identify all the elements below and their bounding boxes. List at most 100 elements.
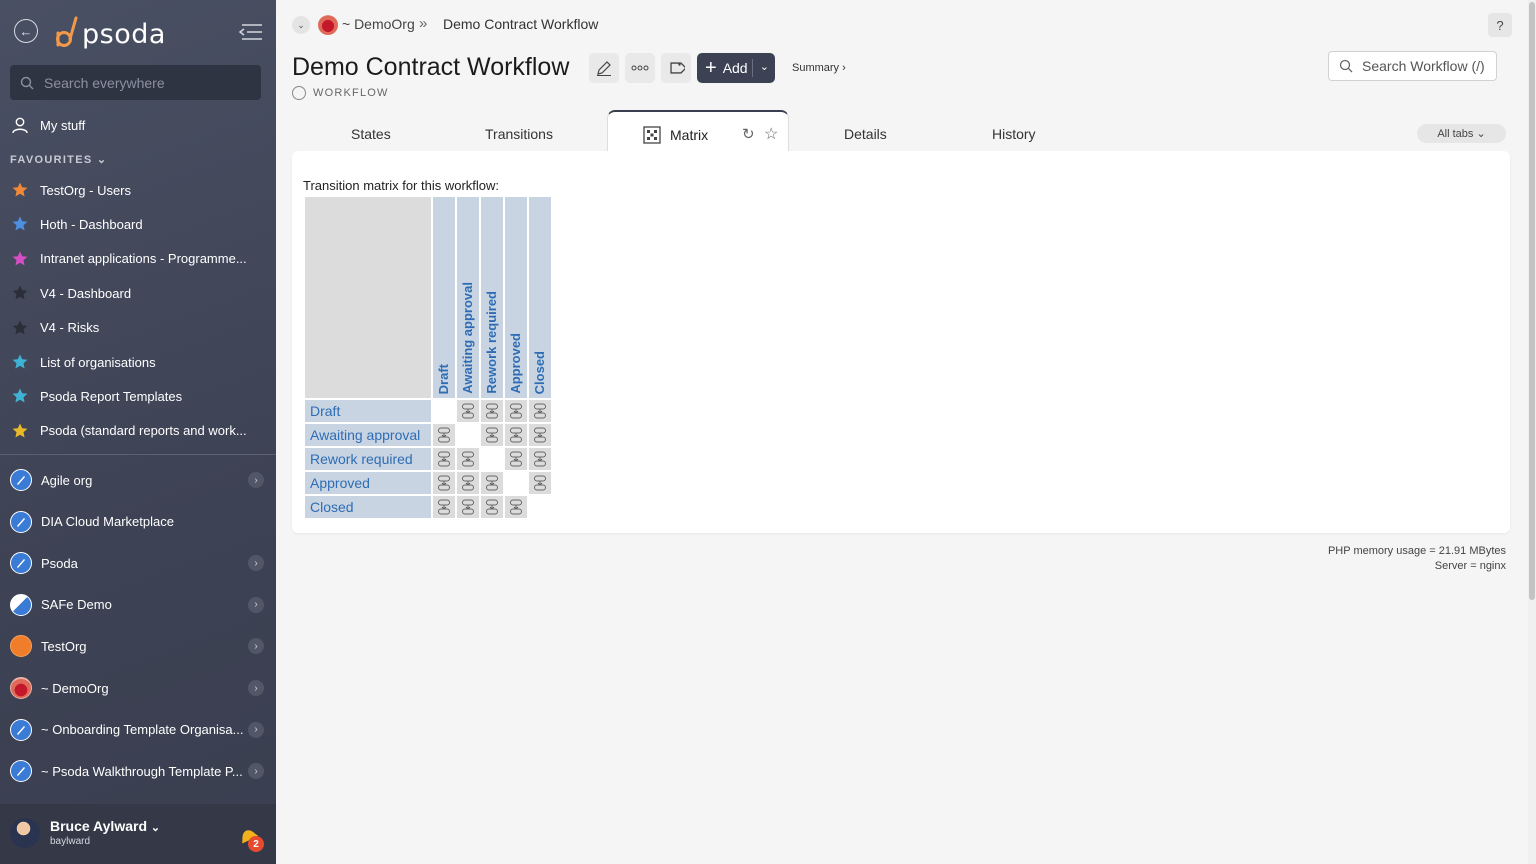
chevron-right-icon[interactable]: › [248,638,264,655]
transition-cell[interactable] [433,448,455,470]
transition-icon [438,427,450,443]
transition-cell[interactable] [481,424,503,446]
chevron-down-icon[interactable]: ⌄ [760,60,769,73]
transition-cell[interactable] [505,496,527,518]
transition-icon [486,499,498,515]
workflow-search-input[interactable]: Search Workflow (/) [1328,51,1497,81]
matrix-column-header[interactable]: Awaiting approval [457,197,479,398]
empty-cell [529,496,551,518]
tag-button[interactable] [661,53,691,83]
add-button[interactable]: + Add ⌄ [697,53,775,83]
compass-icon [10,552,32,575]
transition-cell[interactable] [481,400,503,422]
tab-transitions[interactable]: Transitions [485,126,553,142]
psoda-logo[interactable]: psoda [54,14,166,50]
transition-cell[interactable] [457,496,479,518]
favourite-item[interactable]: TestOrg - Users [10,175,266,205]
matrix-row-header[interactable]: Approved [305,472,431,494]
favourite-item[interactable]: Psoda (standard reports and work... [10,416,266,446]
transition-cell[interactable] [433,472,455,494]
transition-cell[interactable] [505,400,527,422]
back-arrow-icon[interactable]: ← [14,19,38,43]
org-item[interactable]: ~ Onboarding Template Organisa... › [10,715,266,745]
chevron-right-icon[interactable]: › [248,721,264,738]
add-button-divider [752,59,753,77]
transition-cell[interactable] [481,496,503,518]
edit-button[interactable] [589,53,619,83]
refresh-icon[interactable]: ↻ [742,125,755,143]
user-name[interactable]: Bruce Aylward ⌄ [50,818,160,834]
psoda-logo-icon [56,16,78,47]
org-item[interactable]: DIA Cloud Marketplace [10,507,266,537]
column-state-label[interactable]: Rework required [484,291,499,394]
summary-link[interactable]: Summary › [792,62,846,74]
transition-cell[interactable] [529,448,551,470]
org-item[interactable]: Agile org › [10,465,266,495]
favourite-item[interactable]: V4 - Risks [10,313,266,343]
column-state-label[interactable]: Awaiting approval [460,282,475,394]
transition-cell[interactable] [505,448,527,470]
matrix-column-header[interactable]: Closed [529,197,551,398]
transition-cell[interactable] [457,400,479,422]
transition-cell[interactable] [505,424,527,446]
column-state-label[interactable]: Draft [436,364,451,394]
favourite-item[interactable]: List of organisations [10,347,266,377]
transition-cell[interactable] [481,472,503,494]
matrix-column-header[interactable]: Approved [505,197,527,398]
favourite-item[interactable]: Hoth - Dashboard [10,209,266,239]
all-tabs-dropdown[interactable]: All tabs ⌄ [1417,124,1506,143]
transition-icon [462,403,474,419]
tab-details[interactable]: Details [844,126,887,142]
breadcrumb-toggle-chevron-icon[interactable]: ⌄ [292,16,310,34]
favourites-heading[interactable]: FAVOURITES ⌄ [10,153,107,166]
user-panel[interactable]: Bruce Aylward ⌄ baylward 2 [0,804,276,864]
transition-cell[interactable] [529,472,551,494]
org-label: Psoda [41,555,78,571]
object-type-label: WORKFLOW [292,86,389,100]
global-search-input[interactable]: Search everywhere [10,65,261,100]
favourite-item[interactable]: Intranet applications - Programme... [10,244,266,274]
org-item[interactable]: SAFe Demo › [10,590,266,620]
chevron-right-icon[interactable]: › [248,596,264,613]
tab-states[interactable]: States [351,126,391,142]
column-state-label[interactable]: Approved [508,333,523,394]
help-button[interactable]: ? [1488,13,1512,37]
more-options-button[interactable] [625,53,655,83]
transition-cell[interactable] [433,424,455,446]
matrix-row-header[interactable]: Rework required [305,448,431,470]
favourite-item[interactable]: Psoda Report Templates [10,381,266,411]
transition-cell[interactable] [457,472,479,494]
favourite-item[interactable]: V4 - Dashboard [10,278,266,308]
tab-history[interactable]: History [992,126,1036,142]
transition-cell[interactable] [529,400,551,422]
star-icon[interactable]: ☆ [764,124,778,144]
sidebar-item-my-stuff[interactable]: My stuff [10,110,266,140]
matrix-row-header[interactable]: Closed [305,496,431,518]
breadcrumb-org[interactable]: ~ DemoOrg [342,16,415,32]
tab-matrix[interactable]: Matrix ↻ ☆ [607,110,789,152]
org-item[interactable]: ~ Psoda Walkthrough Template P... › [10,756,266,786]
chevron-right-icon[interactable]: › [248,555,264,572]
server-info: Server = nginx [1434,560,1506,572]
page-scrollbar[interactable] [1528,0,1536,864]
transition-icon [438,475,450,491]
matrix-row-header[interactable]: Draft [305,400,431,422]
transition-cell[interactable] [529,424,551,446]
matrix-column-header[interactable]: Rework required [481,197,503,398]
transition-cell[interactable] [433,496,455,518]
collapse-menu-icon[interactable] [238,22,264,42]
org-item[interactable]: Psoda › [10,548,266,578]
chevron-right-icon[interactable]: › [248,472,264,488]
column-state-label[interactable]: Closed [532,351,547,394]
org-item[interactable]: TestOrg › [10,631,266,661]
favourite-label: V4 - Risks [40,320,100,336]
matrix-row-header[interactable]: Awaiting approval [305,424,431,446]
matrix-column-header[interactable]: Draft [433,197,455,398]
transition-cell[interactable] [457,448,479,470]
avatar[interactable] [10,818,40,848]
scrollbar-thumb[interactable] [1529,2,1535,600]
chevron-right-icon[interactable]: › [248,763,264,780]
main-content: ⌄ ~ DemoOrg » Demo Contract Workflow ? D… [276,0,1536,864]
org-item[interactable]: ~ DemoOrg › [10,673,266,703]
chevron-right-icon[interactable]: › [248,680,264,696]
